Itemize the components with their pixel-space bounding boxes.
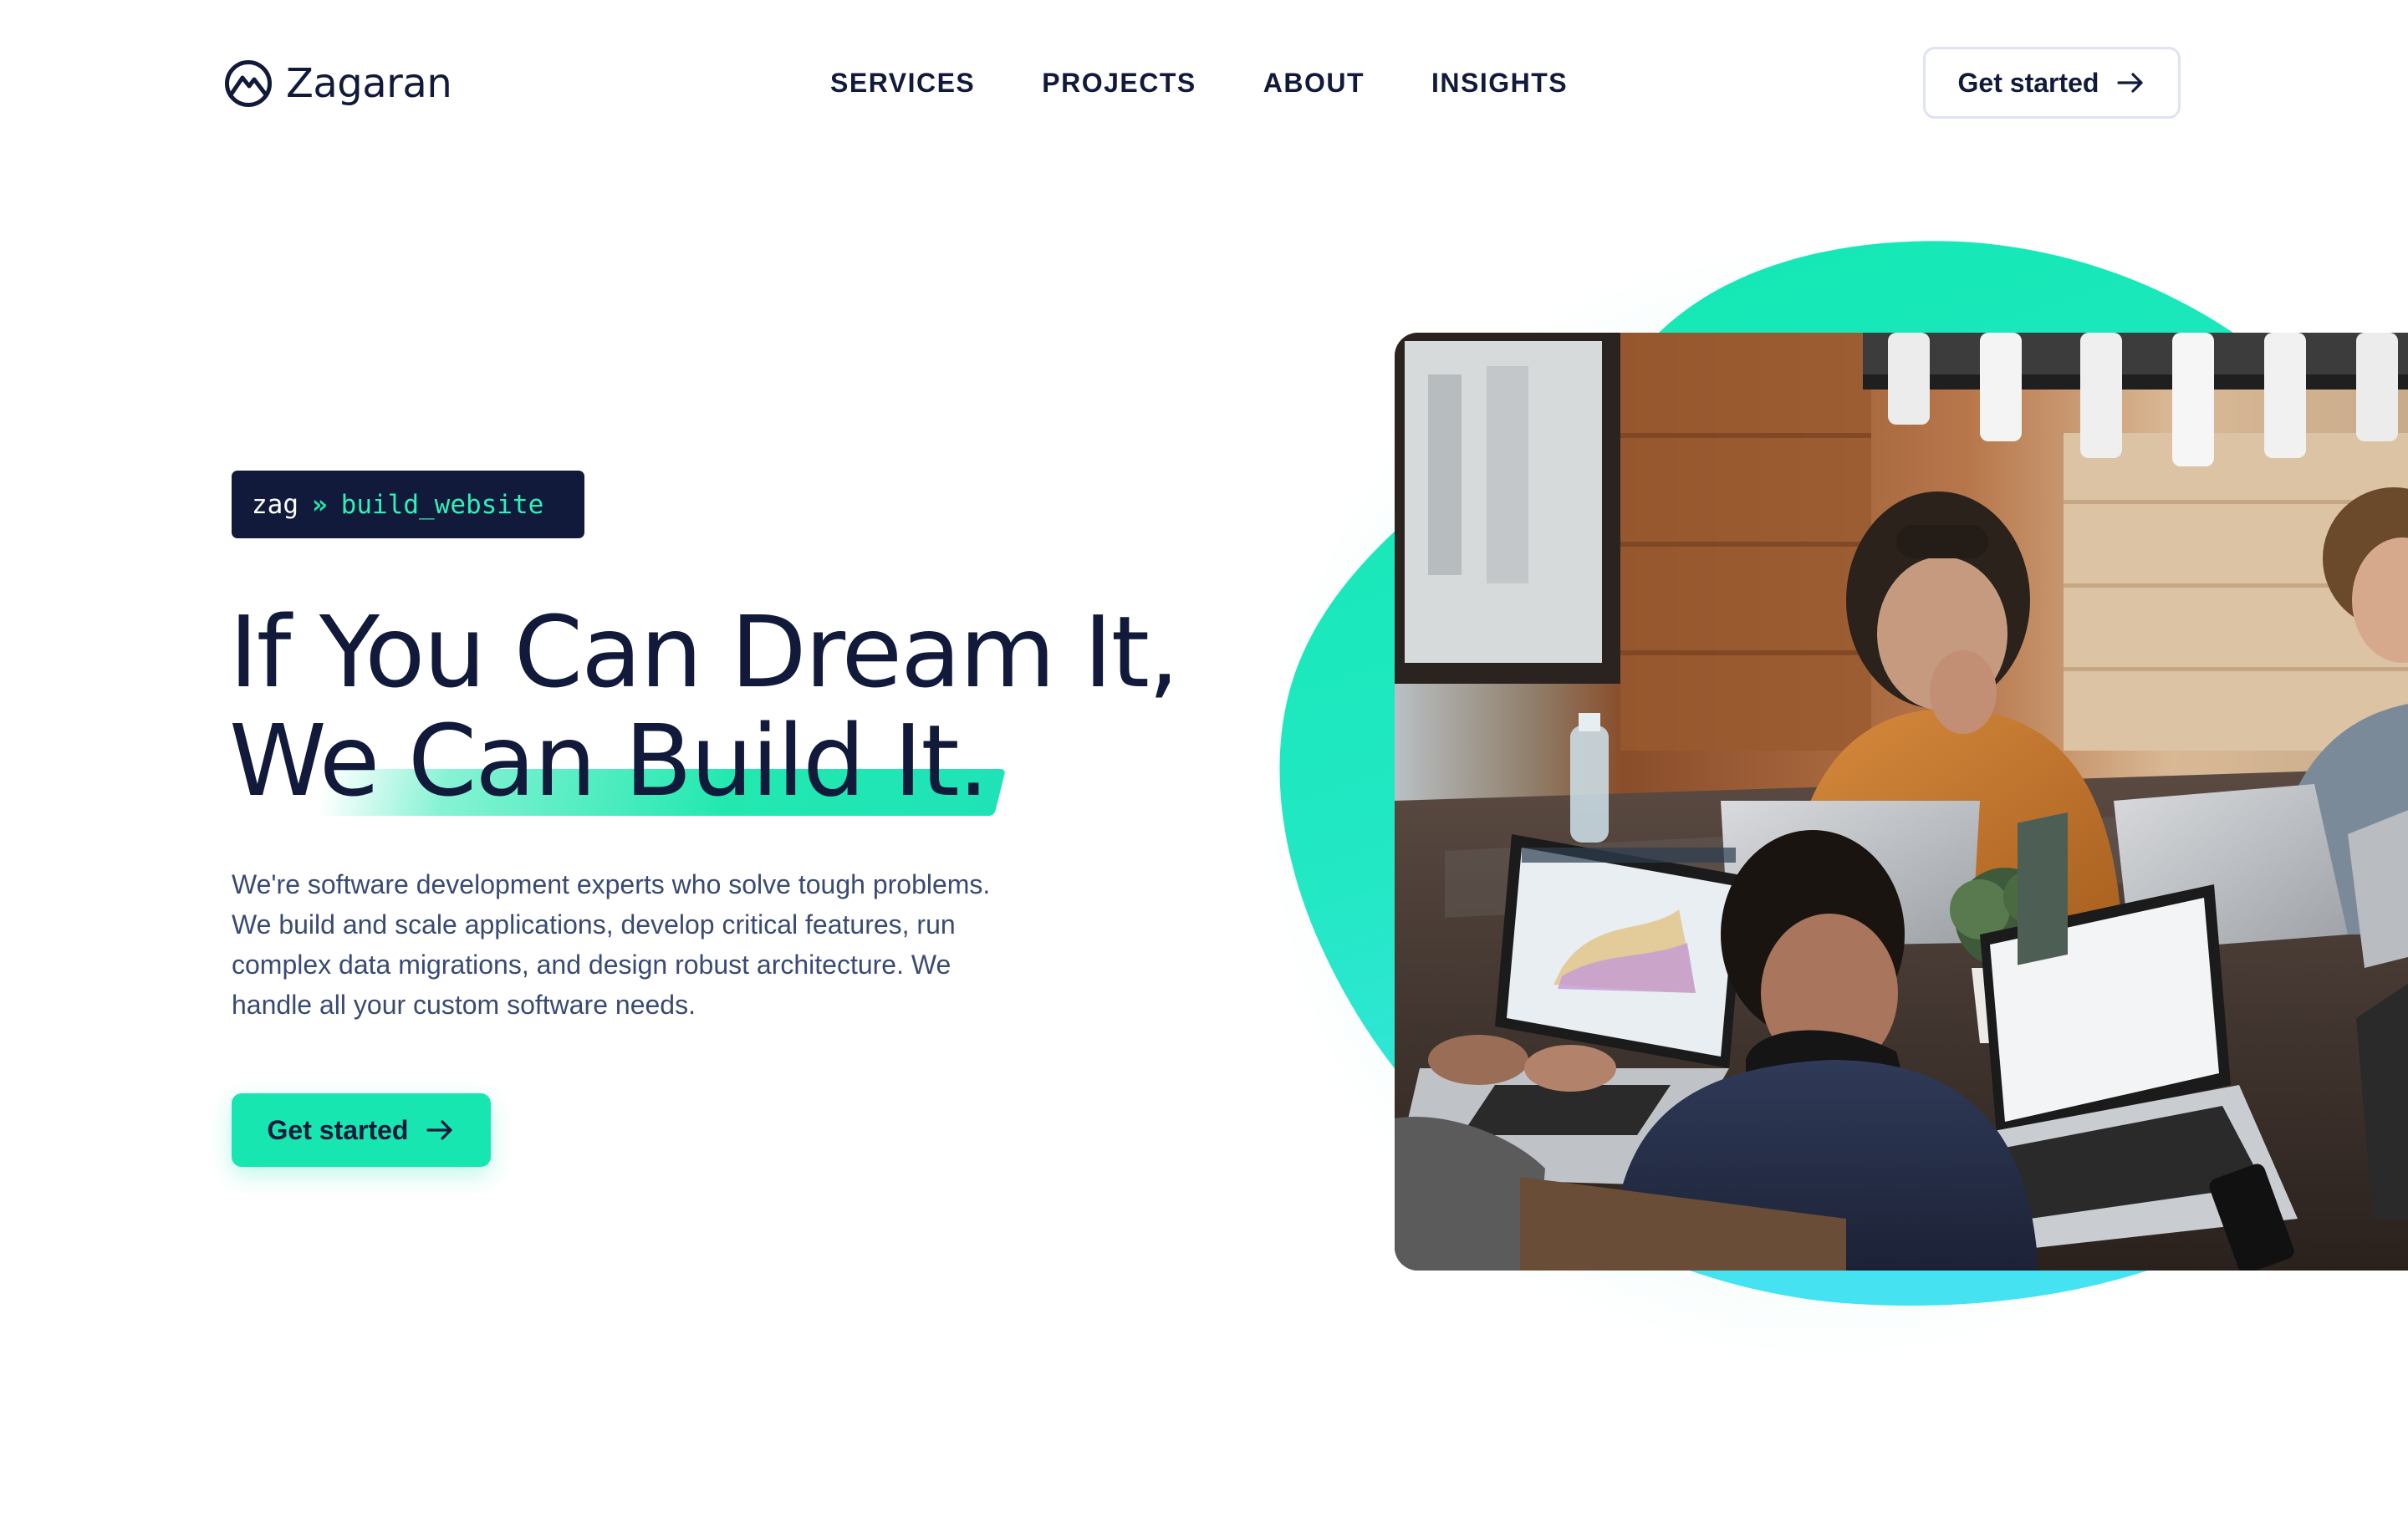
terminal-command: build_website bbox=[340, 489, 544, 520]
header-get-started-button[interactable]: Get started bbox=[1923, 47, 2181, 119]
nav-projects[interactable]: PROJECTS bbox=[1042, 68, 1196, 99]
hero-description: We're software development experts who s… bbox=[232, 869, 991, 1020]
team-working-photo bbox=[1395, 333, 2408, 1271]
site-header: Zagaran SERVICES PROJECTS ABOUT INSIGHTS… bbox=[0, 0, 2408, 167]
nav-about[interactable]: ABOUT bbox=[1263, 68, 1365, 99]
logo-icon bbox=[224, 59, 273, 108]
arrow-right-icon bbox=[2115, 68, 2145, 98]
hero-get-started-button[interactable]: Get started bbox=[232, 1093, 491, 1167]
headline-line-2: We Can Build It. bbox=[229, 703, 989, 818]
header-get-started-label: Get started bbox=[1957, 67, 2099, 98]
arrow-right-icon bbox=[425, 1115, 455, 1145]
brand-logo-link[interactable]: Zagaran bbox=[224, 57, 452, 110]
nav-services[interactable]: SERVICES bbox=[830, 68, 975, 99]
hero-get-started-label: Get started bbox=[267, 1114, 409, 1145]
hero-headline: If You Can Dream It, We Can Build It. bbox=[229, 598, 1266, 815]
headline-line-1: If You Can Dream It, bbox=[229, 594, 1179, 710]
terminal-separator: » bbox=[312, 489, 328, 520]
terminal-badge: zag » build_website bbox=[232, 471, 584, 538]
nav-insights[interactable]: INSIGHTS bbox=[1431, 68, 1568, 99]
terminal-prompt: zag bbox=[252, 489, 298, 520]
main-nav: SERVICES PROJECTS ABOUT INSIGHTS bbox=[830, 62, 1568, 104]
brand-name: Zagaran bbox=[286, 60, 452, 107]
